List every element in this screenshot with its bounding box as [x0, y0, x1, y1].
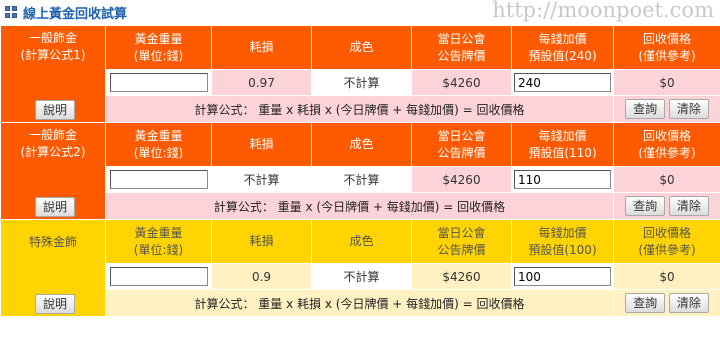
explain-button[interactable]: 說明: [35, 197, 76, 217]
purity-value: 不計算: [311, 166, 412, 193]
header-weight: 黃金重量 (單位:錢): [105, 25, 212, 70]
header-recycle: 回收價格 (僅供參考): [613, 122, 720, 167]
header-purity: 成色: [311, 25, 412, 70]
section-subname: (計算公式2): [20, 145, 86, 159]
formula-text: 計算公式： 重量 x 耗損 x (今日牌價 + 每錢加價) = 回收價格: [105, 289, 614, 317]
formula-text: 計算公式： 重量 x (今日牌價 + 每錢加價) = 回收價格: [105, 192, 614, 220]
section-label: 一般飾金 (計算公式1) 說明: [0, 25, 106, 123]
header-weight: 黃金重量 (單位:錢): [105, 122, 212, 167]
gold-calculator-table: 一般飾金 (計算公式1) 說明 黃金重量 (單位:錢) 耗損 成色 當日公會 公告牌價…: [0, 25, 720, 317]
query-button[interactable]: 查詢: [625, 293, 666, 313]
page-title: 線上黃金回收試算: [23, 6, 128, 22]
section-formula-1: 一般飾金 (計算公式1) 說明 黃金重量 (單位:錢) 耗損 成色 當日公會 公告牌價…: [0, 25, 720, 123]
header-recycle: 回收價格 (僅供參考): [613, 25, 720, 70]
section-label: 特殊金飾 說明: [0, 219, 106, 317]
loss-value: 0.9: [211, 263, 312, 290]
loss-value: 0.97: [211, 69, 312, 96]
header-weight: 黃金重量 (單位:錢): [105, 219, 212, 264]
section-name: 特殊金飾: [28, 235, 77, 249]
watermark-text: http://moonpoet.com: [492, 0, 714, 22]
grid-icon: [5, 6, 17, 18]
header-recycle: 回收價格 (僅供參考): [613, 219, 720, 264]
explain-button[interactable]: 說明: [35, 294, 76, 314]
weight-input[interactable]: [109, 73, 208, 92]
title-bar: 線上黃金回收試算 http://moonpoet.com: [0, 0, 720, 24]
header-price: 當日公會 公告牌價: [411, 122, 512, 167]
header-markup: 每錢加價 預設值(110): [511, 122, 614, 167]
section-formula-2: 一般飾金 (計算公式2) 說明 黃金重量 (單位:錢) 耗損 成色 當日公會 公告牌價…: [0, 122, 720, 220]
result-value: $0: [613, 69, 720, 96]
formula-text: 計算公式： 重量 x 耗損 x (今日牌價 + 每錢加價) = 回收價格: [105, 95, 614, 123]
price-value: $4260: [411, 263, 512, 290]
weight-input[interactable]: [109, 267, 208, 286]
weight-input[interactable]: [109, 170, 208, 189]
header-price: 當日公會 公告牌價: [411, 219, 512, 264]
header-loss: 耗損: [211, 25, 312, 70]
header-markup: 每錢加價 預設值(240): [511, 25, 614, 70]
header-loss: 耗損: [211, 219, 312, 264]
price-value: $4260: [411, 69, 512, 96]
clear-button[interactable]: 清除: [668, 293, 709, 313]
loss-value: 不計算: [211, 166, 312, 193]
purity-value: 不計算: [311, 69, 412, 96]
markup-input[interactable]: [514, 267, 611, 286]
header-loss: 耗損: [211, 122, 312, 167]
header-price: 當日公會 公告牌價: [411, 25, 512, 70]
result-value: $0: [613, 166, 720, 193]
section-name: 一般飾金: [28, 31, 77, 45]
clear-button[interactable]: 清除: [668, 196, 709, 216]
header-purity: 成色: [311, 122, 412, 167]
query-button[interactable]: 查詢: [625, 196, 666, 216]
purity-value: 不計算: [311, 263, 412, 290]
header-markup: 每錢加價 預設值(100): [511, 219, 614, 264]
section-special: 特殊金飾 說明 黃金重量 (單位:錢) 耗損 成色 當日公會 公告牌價 每錢加價 預設…: [0, 219, 720, 317]
header-purity: 成色: [311, 219, 412, 264]
markup-input[interactable]: [514, 73, 611, 92]
section-name: 一般飾金: [28, 128, 77, 142]
section-subname: (計算公式1): [20, 48, 86, 62]
section-label: 一般飾金 (計算公式2) 說明: [0, 122, 106, 220]
price-value: $4260: [411, 166, 512, 193]
query-button[interactable]: 查詢: [625, 99, 666, 119]
clear-button[interactable]: 清除: [668, 99, 709, 119]
result-value: $0: [613, 263, 720, 290]
explain-button[interactable]: 說明: [35, 100, 76, 120]
markup-input[interactable]: [514, 170, 611, 189]
